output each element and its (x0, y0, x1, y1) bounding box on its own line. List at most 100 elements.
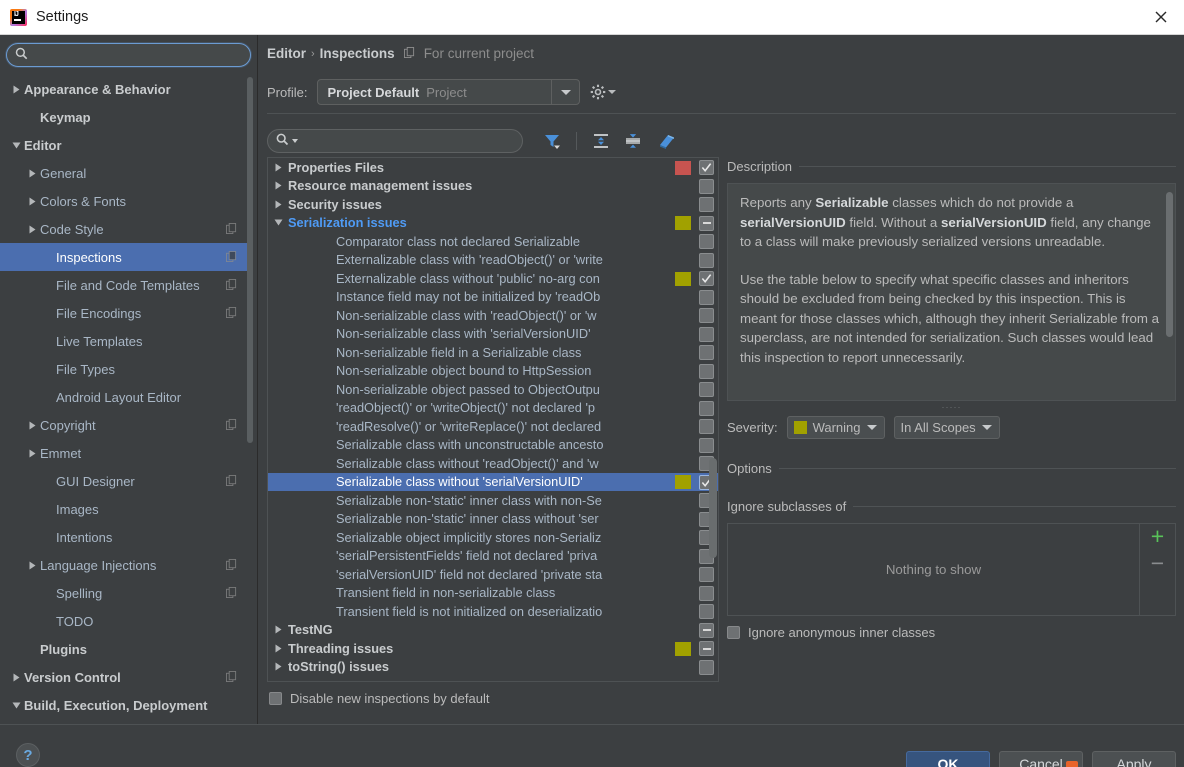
inspection-item-row[interactable]: Non-serializable class with 'serialVersi… (268, 325, 718, 344)
inspection-item-row[interactable]: Serializable class without 'serialVersio… (268, 472, 718, 491)
sidebar-item-code-style[interactable]: Code Style (0, 215, 249, 243)
sidebar-tree[interactable]: Appearance & Behavior Keymap Editor General… (0, 75, 249, 724)
inspection-search-box[interactable] (267, 129, 523, 153)
inspection-item-row[interactable]: Non-serializable field in a Serializable… (268, 343, 718, 362)
tree-arrow[interactable] (268, 181, 288, 190)
inspection-item-row[interactable]: 'readObject()' or 'writeObject()' not de… (268, 399, 718, 418)
inspection-item-row[interactable]: Non-serializable class with 'readObject(… (268, 306, 718, 325)
tree-arrow[interactable] (268, 644, 288, 653)
inspection-checkbox[interactable] (699, 197, 714, 212)
minus-icon[interactable]: − (1151, 552, 1164, 575)
sidebar-item-images[interactable]: Images (0, 495, 249, 523)
inspection-checkbox[interactable] (699, 585, 714, 601)
sidebar-item-language-injections[interactable]: Language Injections (0, 551, 249, 579)
tree-arrow[interactable] (8, 85, 24, 94)
inspection-item-row[interactable]: Serializable non-'static' inner class wi… (268, 491, 718, 510)
sidebar-item-emmet[interactable]: Emmet (0, 439, 249, 467)
inspection-item-row[interactable]: Serializable class without 'readObject()… (268, 454, 718, 473)
sidebar-item-todo[interactable]: TODO (0, 607, 249, 635)
sidebar-scrollbar[interactable] (247, 77, 255, 697)
inspection-checkbox[interactable] (699, 363, 714, 379)
inspection-checkbox[interactable] (699, 659, 714, 675)
tree-arrow[interactable] (24, 169, 40, 178)
plus-icon[interactable]: + (1151, 525, 1164, 548)
sidebar-item-file-and-code-templates[interactable]: File and Code Templates (0, 271, 249, 299)
inspection-group-row[interactable]: Threading issues (268, 639, 718, 658)
inspection-checkbox[interactable] (699, 622, 714, 638)
profile-gear-button[interactable] (590, 84, 617, 100)
inspection-group-row[interactable]: Properties Files (268, 158, 718, 177)
sidebar-item-build-execution-deployment[interactable]: Build, Execution, Deployment (0, 691, 249, 719)
sidebar-item-inspections[interactable]: Inspections (0, 243, 249, 271)
sidebar-item-live-templates[interactable]: Live Templates (0, 327, 249, 355)
inspection-checkbox[interactable] (699, 345, 714, 360)
inspection-item-row[interactable]: 'readResolve()' or 'writeReplace()' not … (268, 417, 718, 436)
profile-combobox[interactable]: Project Default Project (317, 79, 581, 105)
sidebar-search-input[interactable] (33, 48, 242, 62)
sidebar-item-version-control[interactable]: Version Control (0, 663, 249, 691)
disable-new-inspections-checkbox[interactable] (269, 692, 282, 705)
inspection-item-row[interactable]: 'serialPersistentFields' field not decla… (268, 547, 718, 566)
description-scrollbar-thumb[interactable] (1166, 192, 1173, 337)
ok-button[interactable]: OK (906, 751, 990, 767)
tree-arrow[interactable] (24, 225, 40, 234)
inspection-checkbox[interactable] (699, 400, 714, 416)
ignore-anonymous-row[interactable]: Ignore anonymous inner classes (727, 625, 1176, 640)
ignore-anonymous-checkbox[interactable] (727, 626, 740, 639)
inspection-checkbox[interactable] (699, 437, 714, 453)
inspection-checkbox[interactable] (699, 641, 714, 656)
inspections-scrollbar-thumb[interactable] (709, 458, 717, 558)
help-icon[interactable]: ? (16, 743, 40, 767)
inspection-checkbox[interactable] (699, 308, 714, 323)
filter-icon[interactable] (541, 130, 563, 152)
sidebar-item-spelling[interactable]: Spelling (0, 579, 249, 607)
tree-arrow[interactable] (24, 449, 40, 458)
sidebar-item-file-encodings[interactable]: File Encodings (0, 299, 249, 327)
resize-grip[interactable]: ····· (727, 402, 1176, 412)
sidebar-item-general[interactable]: General (0, 159, 249, 187)
inspection-item-row[interactable]: Serializable class with unconstructable … (268, 436, 718, 455)
inspections-tree[interactable]: Properties Files Resource management issu… (268, 158, 718, 681)
inspection-search-input[interactable] (301, 134, 514, 148)
tree-arrow[interactable] (268, 200, 288, 209)
sidebar-item-keymap[interactable]: Keymap (0, 103, 249, 131)
chevron-down-icon[interactable] (866, 425, 877, 430)
sidebar-item-android-layout-editor[interactable]: Android Layout Editor (0, 383, 249, 411)
inspection-item-row[interactable]: Non-serializable object passed to Object… (268, 380, 718, 399)
tree-arrow[interactable] (8, 673, 24, 682)
ignore-subclasses-table[interactable]: Nothing to show + − (727, 523, 1176, 616)
tree-arrow[interactable] (268, 662, 288, 671)
apply-button[interactable]: Apply (1092, 751, 1176, 767)
sidebar-search-box[interactable] (6, 43, 251, 67)
sidebar-item-copyright[interactable]: Copyright (0, 411, 249, 439)
scope-combobox[interactable]: In All Scopes (893, 416, 1000, 439)
inspection-item-row[interactable]: Serializable non-'static' inner class wi… (268, 510, 718, 529)
inspection-item-row[interactable]: Non-serializable object bound to HttpSes… (268, 362, 718, 381)
severity-combobox[interactable]: Warning (786, 416, 885, 439)
inspection-item-row[interactable]: Instance field may not be initialized by… (268, 288, 718, 307)
chevron-down-icon[interactable] (551, 80, 579, 104)
inspection-checkbox[interactable] (699, 289, 714, 305)
inspection-checkbox[interactable] (699, 178, 714, 194)
chevron-down-icon[interactable] (292, 139, 298, 143)
inspection-group-row[interactable]: toString() issues (268, 658, 718, 677)
disable-new-inspections-row[interactable]: Disable new inspections by default (269, 691, 489, 706)
inspection-checkbox[interactable] (699, 271, 714, 286)
tree-arrow[interactable] (268, 163, 288, 172)
inspection-group-row[interactable]: Security issues (268, 195, 718, 214)
inspection-item-row[interactable]: Transient field in non-serializable clas… (268, 584, 718, 603)
inspection-item-row[interactable]: Externalizable class with 'readObject()'… (268, 251, 718, 270)
sidebar-scrollbar-thumb[interactable] (247, 77, 253, 443)
inspection-group-row[interactable]: Serialization issues (268, 214, 718, 233)
inspection-group-row[interactable]: TestNG (268, 621, 718, 640)
inspection-item-row[interactable]: Serializable object implicitly stores no… (268, 528, 718, 547)
sidebar-item-editor[interactable]: Editor (0, 131, 249, 159)
sidebar-item-gui-designer[interactable]: GUI Designer (0, 467, 249, 495)
inspection-item-row[interactable]: Externalizable class without 'public' no… (268, 269, 718, 288)
sidebar-item-colors-fonts[interactable]: Colors & Fonts (0, 187, 249, 215)
inspection-checkbox[interactable] (699, 326, 714, 342)
collapse-all-icon[interactable] (622, 130, 644, 152)
inspection-checkbox[interactable] (699, 234, 714, 249)
close-icon[interactable] (1138, 0, 1184, 34)
tree-arrow[interactable] (8, 701, 24, 710)
